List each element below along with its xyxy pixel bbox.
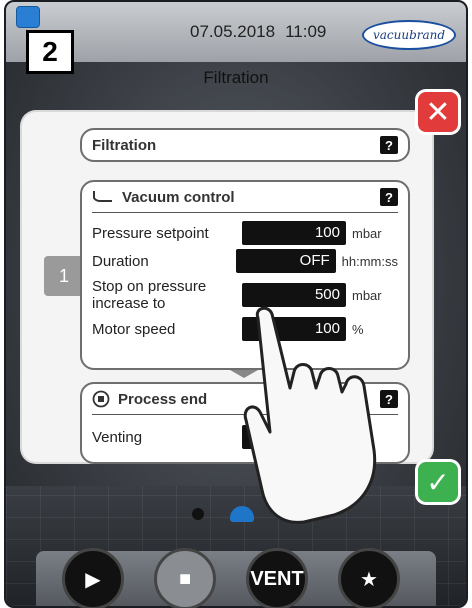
motor-speed-field[interactable]: 100 <box>242 317 346 341</box>
vent-button[interactable]: VENT <box>246 548 308 608</box>
pressure-setpoint-label: Pressure setpoint <box>92 224 209 242</box>
motor-speed-row: Motor speed 100 % <box>82 315 408 343</box>
brand-logo: vacuubrand <box>362 20 456 50</box>
stop-pressure-field[interactable]: 500 <box>242 283 346 307</box>
duration-field[interactable]: OFF <box>235 249 336 273</box>
vacuum-curve-icon <box>93 191 112 202</box>
page-dot[interactable] <box>192 508 204 520</box>
motor-speed-label: Motor speed <box>92 320 176 338</box>
step-badge: 2 <box>26 30 74 74</box>
vacuum-control-title: Vacuum control <box>122 188 235 206</box>
venting-field[interactable] <box>242 425 346 449</box>
filtration-header: Filtration ? <box>82 130 408 160</box>
help-icon[interactable]: ? <box>380 390 398 408</box>
play-button[interactable]: ▶ <box>62 548 124 608</box>
stop-circle-icon <box>92 390 110 408</box>
side-tab[interactable]: 1 <box>44 256 84 296</box>
home-icon[interactable] <box>16 6 40 28</box>
pressure-setpoint-row: Pressure setpoint 100 mbar <box>82 219 408 247</box>
filtration-title: Filtration <box>92 136 157 154</box>
venting-label: Venting <box>92 428 143 446</box>
duration-row: Duration OFF hh:mm:ss <box>82 247 408 275</box>
process-end-title: Process end <box>118 390 208 408</box>
scroll-down-icon[interactable] <box>230 370 258 378</box>
help-icon[interactable]: ? <box>380 188 398 206</box>
close-button[interactable]: ✕ <box>418 92 458 132</box>
motor-speed-unit: % <box>352 321 364 337</box>
duration-unit: hh:mm:ss <box>341 253 398 269</box>
stop-pressure-label: Stop on pressure increase to <box>92 278 207 312</box>
date-text: 07.05.2018 <box>190 22 276 41</box>
brand-text: vacuubrand <box>372 28 446 42</box>
screen-title: Filtration <box>203 68 269 87</box>
stop-button[interactable]: ■ <box>154 548 216 608</box>
divider <box>92 212 398 213</box>
time-text: 11:09 <box>285 22 327 41</box>
venting-row: Venting <box>82 423 408 451</box>
page-dot-active[interactable] <box>230 506 254 522</box>
pressure-unit: mbar <box>352 225 382 241</box>
process-end-header: Process end ? <box>82 384 408 414</box>
help-icon[interactable]: ? <box>380 136 398 154</box>
confirm-button[interactable]: ✓ <box>418 462 458 502</box>
favorite-button[interactable]: ★ <box>338 548 400 608</box>
divider <box>92 414 398 415</box>
duration-label: Duration <box>92 252 149 270</box>
status-bar: 07.05.2018 11:09 vacuubrand <box>6 2 466 62</box>
page-dot[interactable] <box>280 508 292 520</box>
vacuum-control-panel: Vacuum control ? Pressure setpoint 100 m… <box>80 180 410 370</box>
filtration-panel[interactable]: Filtration ? <box>80 128 410 162</box>
bottom-bar: ▶ ■ VENT ★ <box>62 548 400 608</box>
datetime: 07.05.2018 11:09 <box>190 22 326 42</box>
process-end-panel: Process end ? Venting <box>80 382 410 464</box>
vacuum-control-header: Vacuum control ? <box>82 182 408 212</box>
stop-pressure-unit: mbar <box>352 287 382 303</box>
pressure-setpoint-field[interactable]: 100 <box>242 221 346 245</box>
page-indicator <box>192 506 292 522</box>
stop-pressure-row: Stop on pressure increase to 500 mbar <box>82 275 408 315</box>
